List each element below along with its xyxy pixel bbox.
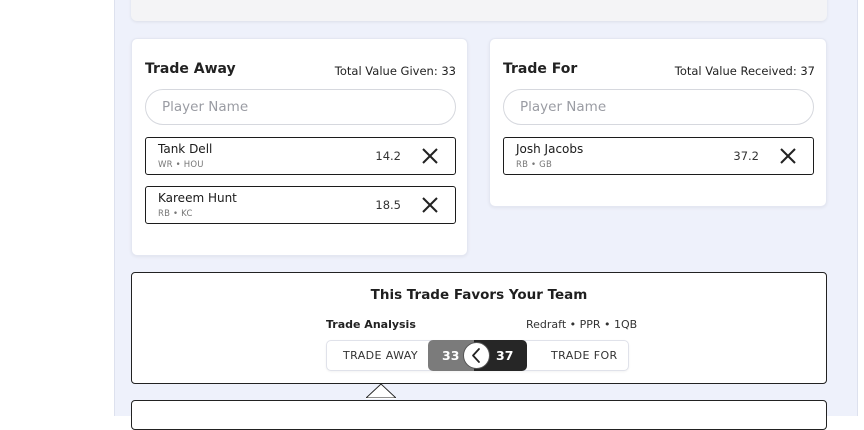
trade-away-player-search-input[interactable]: Player Name: [145, 89, 456, 125]
meter-trade-away-label: TRADE AWAY: [343, 349, 418, 362]
trade-away-title: Trade Away: [145, 61, 236, 77]
trade-for-player-search-input[interactable]: Player Name: [503, 89, 814, 125]
trade-verdict-heading: This Trade Favors Your Team: [370, 287, 588, 303]
chevron-left-icon: [472, 348, 480, 363]
meter-trade-for-label: TRADE FOR: [551, 349, 618, 362]
player-position-team: RB • KC: [158, 209, 193, 219]
player-position-team: RB • GB: [516, 160, 552, 170]
trade-for-player-row: Josh Jacobs RB • GB 37.2: [503, 137, 814, 175]
meter-knob: [463, 342, 490, 369]
trade-away-player-row: Tank Dell WR • HOU 14.2: [145, 137, 456, 175]
player-name: Kareem Hunt: [158, 191, 237, 205]
trade-away-card: Trade Away Total Value Given: 33 Player …: [131, 38, 468, 256]
trade-for-title: Trade For: [503, 61, 578, 77]
remove-player-close-icon[interactable]: [779, 147, 797, 165]
remove-player-close-icon[interactable]: [421, 147, 439, 165]
trade-analysis-label: Trade Analysis: [326, 318, 416, 331]
trade-value-meter: TRADE AWAY 33 37 TRADE FOR: [326, 340, 629, 371]
trade-away-player-row: Kareem Hunt RB • KC 18.5: [145, 186, 456, 224]
player-value: 18.5: [375, 198, 401, 212]
remove-player-close-icon[interactable]: [421, 196, 439, 214]
player-name: Tank Dell: [158, 142, 213, 156]
player-name: Josh Jacobs: [516, 142, 584, 156]
player-value: 37.2: [733, 149, 759, 163]
player-value: 14.2: [375, 149, 401, 163]
trade-for-card: Trade For Total Value Received: 37 Playe…: [489, 38, 827, 207]
player-position-team: WR • HOU: [158, 160, 204, 170]
analysis-pointer-caret: [366, 383, 396, 399]
total-value-given: Total Value Given: 33: [334, 64, 456, 78]
bottom-card: [131, 400, 827, 430]
total-value-received: Total Value Received: 37: [674, 64, 815, 78]
league-settings-text: Redraft • PPR • 1QB: [526, 318, 638, 331]
trade-analysis-panel: This Trade Favors Your Team Trade Analys…: [131, 272, 827, 384]
top-card: [131, 0, 827, 21]
